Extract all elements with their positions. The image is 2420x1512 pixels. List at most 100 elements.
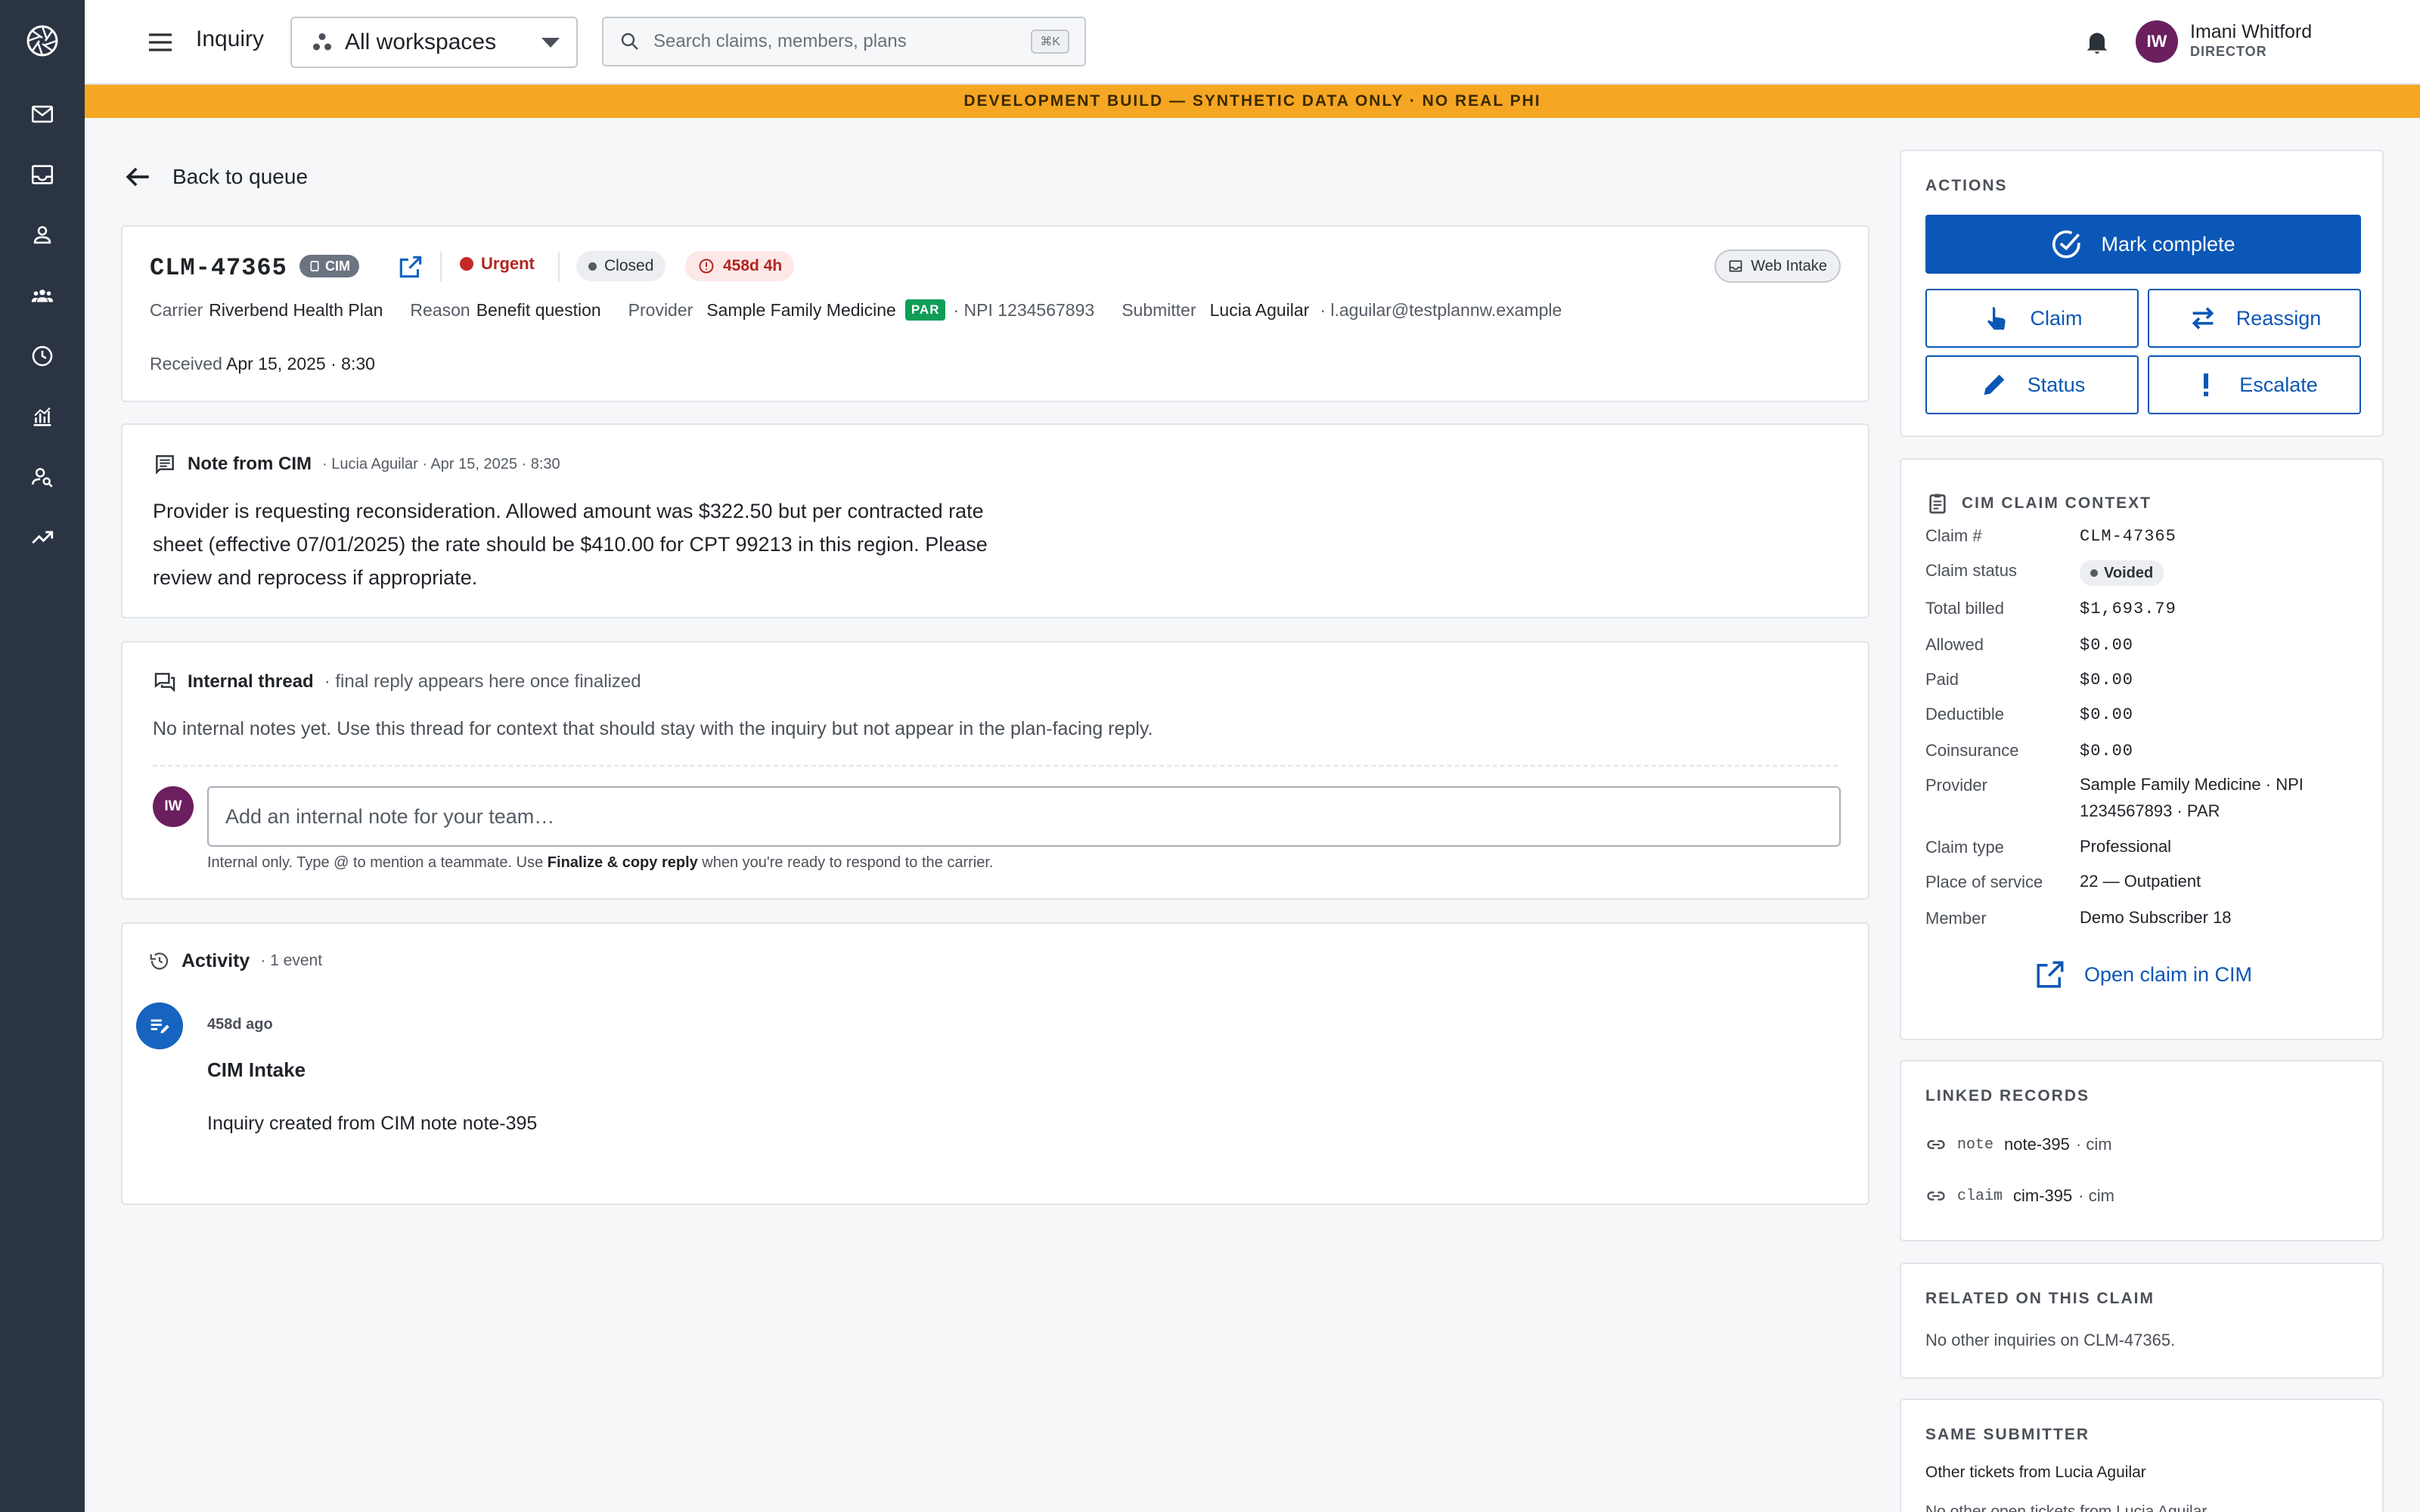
status-badge: Closed [576, 251, 666, 281]
search-input[interactable] [653, 31, 1032, 52]
note-header: Note from CIM · Lucia Aguilar · Apr 15, … [153, 452, 560, 476]
open-claim-label: Open claim in CIM [2083, 962, 2253, 986]
ctx-value: CLM-47365 [2080, 527, 2176, 546]
chevron-down-icon[interactable] [2414, 29, 2420, 53]
ctx-value: $0.00 [2080, 671, 2134, 689]
provider-label: Provider [628, 299, 693, 320]
linked-records-card: LINKED RECORDS note note-395 · cim claim… [1900, 1060, 2384, 1241]
context-label: CIM CLAIM CONTEXT [1962, 494, 2152, 512]
sidebar-item-member[interactable] [23, 215, 62, 255]
reassign-button[interactable]: Reassign [2148, 289, 2361, 348]
ctx-key: Claim # [1925, 526, 1982, 545]
status-label: Closed [604, 257, 654, 274]
escalate-button[interactable]: Escalate [2148, 355, 2361, 414]
claim-label: Claim [2030, 306, 2083, 330]
linked-label: LINKED RECORDS [1925, 1087, 2090, 1105]
hint-finalize: Finalize & copy reply [547, 854, 698, 871]
back-to-queue-link[interactable]: Back to queue [121, 160, 308, 194]
ctx-value: Sample Family Medicine · NPI 1234567893 … [2080, 775, 2304, 820]
ctx-value: $0.00 [2080, 742, 2134, 761]
ctx-key: Claim status [1925, 561, 2018, 580]
sidebar-item-analytics[interactable] [23, 397, 62, 436]
carrier-value: Riverbend Health Plan [209, 299, 383, 320]
menu-button[interactable] [142, 24, 178, 60]
divider [153, 765, 1838, 767]
npi-value: · NPI 1234567893 [953, 299, 1095, 320]
status-dot [588, 262, 597, 271]
priority-badge: Urgent [460, 254, 535, 274]
hint-text-end: when you're ready to respond to the carr… [697, 854, 994, 871]
exclamation-icon [2204, 373, 2209, 397]
app-logo-icon[interactable] [24, 23, 60, 59]
inbox-icon [1729, 260, 1742, 272]
open-claim-link[interactable]: Open claim in CIM [1901, 959, 2385, 990]
sidebar-item-member-search[interactable] [23, 457, 62, 497]
same-submitter-text: Other tickets from Lucia Aguilar [1925, 1464, 2146, 1481]
record-source: · cim [2075, 1135, 2112, 1154]
linked-record[interactable]: note note-395 · cim [1925, 1134, 2112, 1155]
record-type: claim [1957, 1187, 2003, 1205]
sidebar-item-team[interactable] [23, 276, 62, 315]
status-button[interactable]: Status [1925, 355, 2139, 414]
ctx-key: Coinsurance [1925, 741, 2019, 760]
claim-button[interactable]: Claim [1925, 289, 2139, 348]
same-submitter-label: SAME SUBMITTER [1925, 1426, 2090, 1443]
received-label: Received [150, 354, 222, 373]
thread-hint: Internal only. Type @ to mention a teamm… [207, 854, 993, 872]
ctx-value: $0.00 [2080, 636, 2134, 655]
activity-event-title: CIM Intake [207, 1058, 306, 1081]
ctx-value: Professional [2080, 837, 2172, 856]
channel-badge: Web Intake [1714, 249, 1841, 283]
open-external-icon[interactable] [396, 253, 425, 281]
user-avatar[interactable]: IW [2136, 20, 2178, 63]
par-badge: PAR [904, 299, 946, 321]
record-source: · cim [2078, 1186, 2114, 1205]
chart-icon [33, 407, 51, 426]
same-submitter-empty: No other open tickets from Lucia Aguilar [1925, 1503, 2207, 1512]
activity-header: Activity · 1 event [148, 950, 322, 972]
swap-icon [2192, 307, 2214, 330]
sidebar-item-history[interactable] [23, 336, 62, 376]
activity-event-desc: Inquiry created from CIM note note-395 [207, 1113, 538, 1134]
workspace-label: All workspaces [345, 29, 497, 54]
mark-complete-button[interactable]: Mark complete [1925, 215, 2361, 274]
hamburger-icon [149, 33, 172, 51]
escalate-label: Escalate [2239, 373, 2318, 396]
priority-label: Urgent [481, 254, 535, 273]
activity-card: Activity · 1 event 458d ago CIM Intake I… [121, 922, 1869, 1205]
claim-context-card: CIM CLAIM CONTEXT Claim # CLM-47365 Clai… [1900, 458, 2384, 1040]
thread-meta: · final reply appears here once finalize… [324, 671, 641, 692]
ctx-value: Voided [2080, 558, 2367, 586]
avatar: IW [153, 786, 194, 827]
user-name[interactable]: Imani Whitford [2190, 21, 2312, 43]
edit-note-icon [150, 1019, 169, 1033]
linked-record[interactable]: claim cim-395 · cim [1925, 1185, 2114, 1207]
activity-count: · 1 event [260, 952, 323, 969]
person-search-icon [31, 468, 53, 488]
sla-label: 458d 4h [723, 257, 783, 274]
notifications-button[interactable] [2078, 23, 2116, 60]
workspace-select[interactable]: All workspaces [290, 17, 578, 68]
claim-status-badge: Voided [2080, 560, 2164, 586]
caret-down-icon [541, 38, 560, 48]
workspaces-icon [313, 33, 331, 51]
forum-icon [154, 673, 175, 692]
provider-value: Sample Family Medicine [706, 299, 896, 320]
search-box[interactable]: ⌘K [602, 17, 1086, 67]
ctx-value: Demo Subscriber 18 [2080, 908, 2232, 927]
record-type: note [1957, 1136, 1994, 1154]
divider [558, 252, 560, 282]
inbox-icon [31, 165, 54, 184]
thread-title: Internal thread [188, 671, 314, 692]
internal-note-input[interactable] [207, 786, 1841, 847]
same-submitter-card: SAME SUBMITTER Other tickets from Lucia … [1900, 1399, 2384, 1512]
sidebar-item-trends[interactable] [23, 518, 62, 557]
claim-id: CLM-47365 [150, 254, 287, 282]
sidebar-item-inbox[interactable] [23, 155, 62, 194]
received-value: Apr 15, 2025 · 8:30 [226, 354, 375, 373]
sidebar-item-mail[interactable] [23, 94, 62, 134]
source-chip: CIM [299, 255, 359, 277]
note-title: Note from CIM [188, 454, 312, 474]
divider [440, 252, 442, 282]
thread-empty-text: No internal notes yet. Use this thread f… [153, 718, 1153, 739]
